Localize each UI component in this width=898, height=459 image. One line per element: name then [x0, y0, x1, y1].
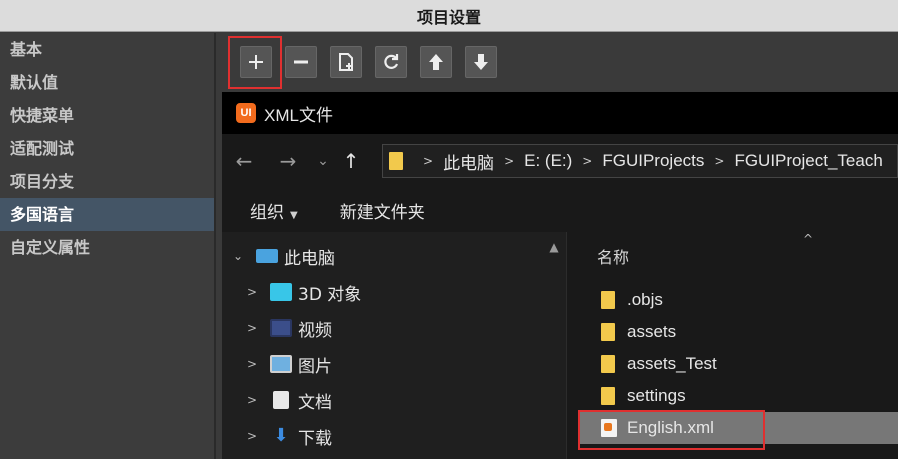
navigation-tree: ⌄ 此电脑 > 3D 对象 > 视频 > 图片 > 文档 > ⬇ 下载	[222, 232, 566, 459]
tree-label: 文档	[298, 392, 332, 413]
english-xml-highlight	[578, 410, 765, 450]
file-name: assets	[627, 322, 677, 341]
chevron-right-icon[interactable]: >	[244, 285, 260, 299]
toolbar	[218, 33, 898, 89]
folder-icon	[601, 323, 615, 341]
settings-sidebar: 基本 默认值 快捷菜单 适配测试 项目分支 多国语言 自定义属性	[0, 33, 216, 459]
file-row[interactable]: settings	[579, 380, 898, 412]
chevron-down-icon[interactable]: ⌄	[230, 249, 246, 263]
chevron-right-icon: >	[714, 154, 725, 168]
tree-item-pictures[interactable]: > 图片	[244, 346, 332, 382]
minus-icon	[294, 60, 308, 64]
breadcrumb-fguiprojects[interactable]: FGUIProjects	[602, 151, 704, 171]
tree-item-this-pc[interactable]: ⌄ 此电脑	[230, 238, 335, 274]
sort-ascending-icon: ^	[803, 232, 814, 246]
back-button[interactable]: ←	[222, 149, 266, 173]
sidebar-item-adaptation-test[interactable]: 适配测试	[0, 132, 214, 165]
sidebar-item-custom-properties[interactable]: 自定义属性	[0, 231, 214, 264]
video-icon	[270, 319, 292, 337]
new-file-icon	[339, 53, 353, 71]
tree-item-video[interactable]: > 视频	[244, 310, 332, 346]
pictures-icon	[270, 355, 292, 373]
tree-item-documents[interactable]: > 文档	[244, 382, 332, 418]
file-name: .objs	[627, 290, 663, 309]
chevron-right-icon[interactable]: >	[244, 429, 260, 443]
organize-button[interactable]: 组织 ▼	[250, 198, 298, 223]
folder-icon	[601, 355, 615, 373]
tree-label: 图片	[298, 356, 332, 377]
sidebar-item-basic[interactable]: 基本	[0, 33, 214, 66]
recent-locations-chevron-icon[interactable]: ⌄	[310, 153, 336, 169]
folder-icon	[601, 291, 615, 309]
arrow-up-icon	[429, 54, 443, 70]
title-bar: 项目设置	[0, 0, 898, 32]
project-settings-window: 项目设置 基本 默认值 快捷菜单 适配测试 项目分支 多国语言 自定义属性 UI…	[0, 0, 898, 459]
scroll-up-icon[interactable]: ▲	[542, 240, 566, 254]
address-bar[interactable]: > 此电脑 > E: (E:) > FGUIProjects > FGUIPro…	[382, 144, 898, 178]
sidebar-item-project-branch[interactable]: 项目分支	[0, 165, 214, 198]
documents-icon	[273, 391, 289, 409]
remove-button[interactable]	[285, 46, 317, 78]
tree-label: 3D 对象	[298, 284, 362, 305]
sidebar-item-multilanguage[interactable]: 多国语言	[0, 198, 214, 231]
sidebar-item-defaults[interactable]: 默认值	[0, 66, 214, 99]
new-file-button[interactable]	[330, 46, 362, 78]
command-bar: 组织 ▼ 新建文件夹	[222, 188, 898, 232]
move-up-button[interactable]	[420, 46, 452, 78]
3d-objects-icon	[270, 283, 292, 301]
refresh-icon	[384, 54, 399, 69]
breadcrumb-this-pc[interactable]: 此电脑	[443, 149, 494, 174]
file-row[interactable]: .objs	[579, 284, 898, 316]
tree-label: 下载	[298, 428, 332, 449]
breadcrumb-fguiproject-teach[interactable]: FGUIProject_Teach	[734, 151, 882, 171]
folder-icon	[601, 387, 615, 405]
file-row[interactable]: assets_Test	[579, 348, 898, 380]
file-name: settings	[627, 386, 686, 405]
tree-scrollbar[interactable]: ▲	[542, 232, 566, 459]
window-title: 项目设置	[416, 7, 481, 27]
refresh-button[interactable]	[375, 46, 407, 78]
add-button-highlight	[228, 36, 282, 89]
xml-file-dialog: UI XML文件 ← → ⌄ ↑ > 此电脑 > E: (E:) > FGUIP…	[222, 92, 898, 459]
chevron-right-icon: >	[582, 154, 593, 168]
sidebar-item-shortcut-menu[interactable]: 快捷菜单	[0, 99, 214, 132]
chevron-right-icon: >	[423, 154, 434, 168]
column-header-name[interactable]: 名称	[597, 244, 629, 268]
chevron-right-icon[interactable]: >	[244, 393, 260, 407]
computer-icon	[256, 249, 278, 263]
arrow-down-icon	[474, 54, 488, 70]
dialog-title: XML文件	[264, 105, 333, 125]
tree-label: 此电脑	[284, 248, 335, 269]
up-folder-button[interactable]: ↑	[336, 149, 366, 173]
file-name: assets_Test	[627, 354, 717, 373]
chevron-right-icon[interactable]: >	[244, 321, 260, 335]
folder-icon	[389, 152, 403, 170]
dialog-title-bar: UI XML文件	[222, 92, 898, 134]
navigation-bar: ← → ⌄ ↑ > 此电脑 > E: (E:) > FGUIProjects >…	[222, 134, 898, 188]
file-row[interactable]: assets	[579, 316, 898, 348]
chevron-right-icon[interactable]: >	[244, 357, 260, 371]
chevron-right-icon: >	[504, 154, 515, 168]
move-down-button[interactable]	[465, 46, 497, 78]
app-logo-icon: UI	[236, 103, 256, 123]
downloads-icon: ⬇	[273, 425, 289, 446]
tree-label: 视频	[298, 320, 332, 341]
organize-label: 组织	[250, 202, 284, 223]
forward-button[interactable]: →	[266, 149, 310, 173]
caret-down-icon: ▼	[290, 209, 298, 221]
tree-item-3d-objects[interactable]: > 3D 对象	[244, 274, 361, 310]
new-folder-button[interactable]: 新建文件夹	[340, 198, 425, 223]
breadcrumb-drive-e[interactable]: E: (E:)	[524, 151, 572, 171]
tree-item-downloads[interactable]: > ⬇ 下载	[244, 418, 332, 454]
